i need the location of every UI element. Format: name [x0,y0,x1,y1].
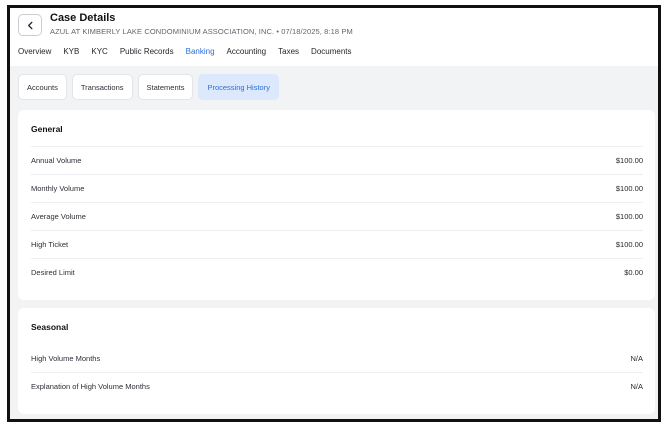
row-value: $100.00 [615,240,643,249]
row-label: High Volume Months [31,353,101,363]
main-tabs: Overview KYB KYC Public Records Banking … [10,44,358,67]
row-label: Average Volume [31,212,86,221]
banking-subtabs: Accounts Transactions Statements Process… [18,74,279,100]
seasonal-rows: High Volume Months N/A Explanation of Hi… [31,344,643,400]
page-title: Case Details [50,12,116,24]
general-title: General [31,124,63,134]
case-header: Case Details AZUL AT KIMBERLY LAKE CONDO… [10,8,658,67]
row-desired-limit: Desired Limit $0.00 [31,258,643,286]
row-annual-volume: Annual Volume $100.00 [31,146,643,174]
row-average-volume: Average Volume $100.00 [31,202,643,230]
row-high-ticket: High Ticket $100.00 [31,230,643,258]
general-rows: Annual Volume $100.00 Monthly Volume $10… [31,146,643,286]
row-label: Explanation of High Volume Months [31,382,150,391]
tab-documents[interactable]: Documents [305,44,357,66]
row-monthly-volume: Monthly Volume $100.00 [31,174,643,202]
tab-overview[interactable]: Overview [10,44,57,66]
tab-kyc[interactable]: KYC [85,44,113,66]
row-value: $100.00 [615,156,643,165]
subtab-processing-history[interactable]: Processing History [198,74,279,100]
row-high-volume-explanation: Explanation of High Volume Months N/A [31,372,643,400]
general-card: General Annual Volume $100.00 Monthly Vo… [18,110,655,300]
tab-kyb[interactable]: KYB [57,44,85,66]
row-value: N/A [630,382,643,391]
row-value: N/A [630,353,643,363]
tab-accounting[interactable]: Accounting [221,44,273,66]
app-window: Case Details AZUL AT KIMBERLY LAKE CONDO… [7,5,661,422]
row-label: Annual Volume [31,156,82,165]
tab-banking[interactable]: Banking [180,44,221,67]
row-label: Desired Limit [31,268,75,277]
row-value: $100.00 [615,184,643,193]
chevron-left-icon [27,21,32,29]
subtab-transactions[interactable]: Transactions [71,74,133,100]
back-button[interactable] [18,14,42,36]
case-subtitle: AZUL AT KIMBERLY LAKE CONDOMINIUM ASSOCI… [50,27,353,36]
row-label: Monthly Volume [31,184,85,193]
row-high-volume-months: High Volume Months N/A [31,344,643,372]
subtab-accounts[interactable]: Accounts [18,74,67,100]
seasonal-card: Seasonal High Volume Months N/A Explanat… [18,308,655,414]
row-label: High Ticket [31,240,69,249]
tab-public-records[interactable]: Public Records [114,44,180,66]
seasonal-title: Seasonal [31,322,69,332]
row-value: $100.00 [615,212,643,221]
row-value: $0.00 [624,268,643,277]
tab-taxes[interactable]: Taxes [272,44,305,66]
subtab-statements[interactable]: Statements [137,74,194,100]
banking-content: Accounts Transactions Statements Process… [10,66,658,419]
